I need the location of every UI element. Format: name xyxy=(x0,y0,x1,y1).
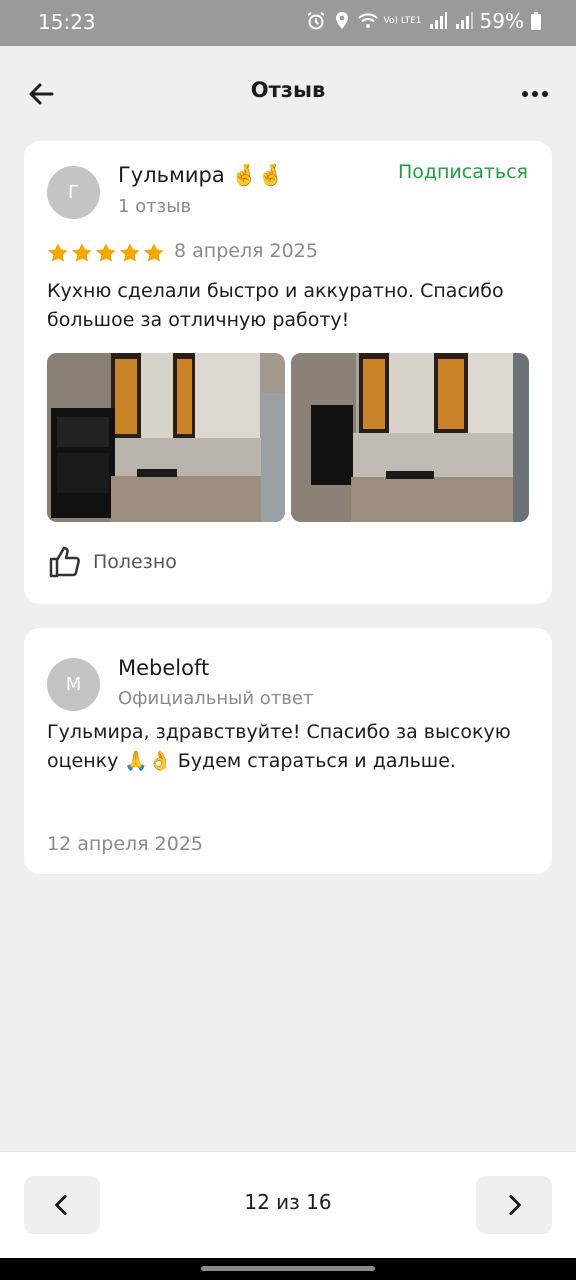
location-icon xyxy=(335,12,348,29)
thumbs-up-icon xyxy=(49,546,80,578)
useful-label: Полезно xyxy=(93,551,177,573)
star-icon xyxy=(144,243,164,262)
rating-stars xyxy=(47,242,165,264)
network-label: Vo) LTE1 xyxy=(383,15,422,26)
wifi-icon xyxy=(357,13,378,28)
next-button[interactable] xyxy=(476,1176,552,1234)
status-bar: 15:23 Vo) LTE1 59% xyxy=(0,0,576,46)
kitchen-photo-2 xyxy=(291,353,529,522)
answer-text: Гульмира, здравствуйте! Спасибо за высок… xyxy=(47,721,511,772)
star-icon xyxy=(48,243,68,262)
review-date: 8 апреля 2025 xyxy=(174,240,318,262)
answer-card: M Mebeloft Официальный ответ Гульмира, з… xyxy=(24,628,552,874)
useful-button[interactable]: Полезно xyxy=(47,544,177,580)
more-button[interactable] xyxy=(520,80,550,108)
star-icon xyxy=(96,243,116,262)
alarm-icon xyxy=(306,12,325,30)
review-photo[interactable] xyxy=(291,353,529,522)
signal-2-icon xyxy=(455,12,473,29)
review-card: Г Гульмира 🤞🤞 1 отзыв Подписаться 8 апре… xyxy=(24,141,552,604)
page-title: Отзыв xyxy=(250,78,326,102)
signal-icon xyxy=(429,12,447,29)
battery-icon xyxy=(531,12,541,30)
status-icons: Vo) LTE1 59% xyxy=(306,9,542,33)
battery-percent: 59% xyxy=(479,9,524,33)
status-time: 15:23 xyxy=(38,10,96,34)
star-icon xyxy=(72,243,92,262)
review-author[interactable]: Гульмира 🤞🤞 xyxy=(118,163,284,188)
subscribe-button[interactable]: Подписаться xyxy=(398,161,528,183)
star-icon xyxy=(120,243,140,262)
answer-subtitle: Официальный ответ xyxy=(118,688,314,709)
avatar: M xyxy=(47,658,100,711)
pager-bar: 12 из 16 xyxy=(0,1151,576,1258)
review-photo[interactable] xyxy=(47,353,285,522)
home-handle[interactable] xyxy=(201,1266,375,1271)
more-icon xyxy=(522,91,548,97)
answer-author: Mebeloft xyxy=(118,656,210,680)
kitchen-photo-1 xyxy=(47,353,285,522)
reviews-count: 1 отзыв xyxy=(118,196,192,217)
app-bar: Отзыв xyxy=(0,46,576,142)
answer-date: 12 апреля 2025 xyxy=(47,833,203,855)
chevron-right-icon xyxy=(509,1194,521,1216)
review-text: Кухню сделали быстро и аккуратно. Спасиб… xyxy=(47,280,504,331)
avatar[interactable]: Г xyxy=(47,166,100,219)
system-nav-bar xyxy=(0,1258,576,1280)
